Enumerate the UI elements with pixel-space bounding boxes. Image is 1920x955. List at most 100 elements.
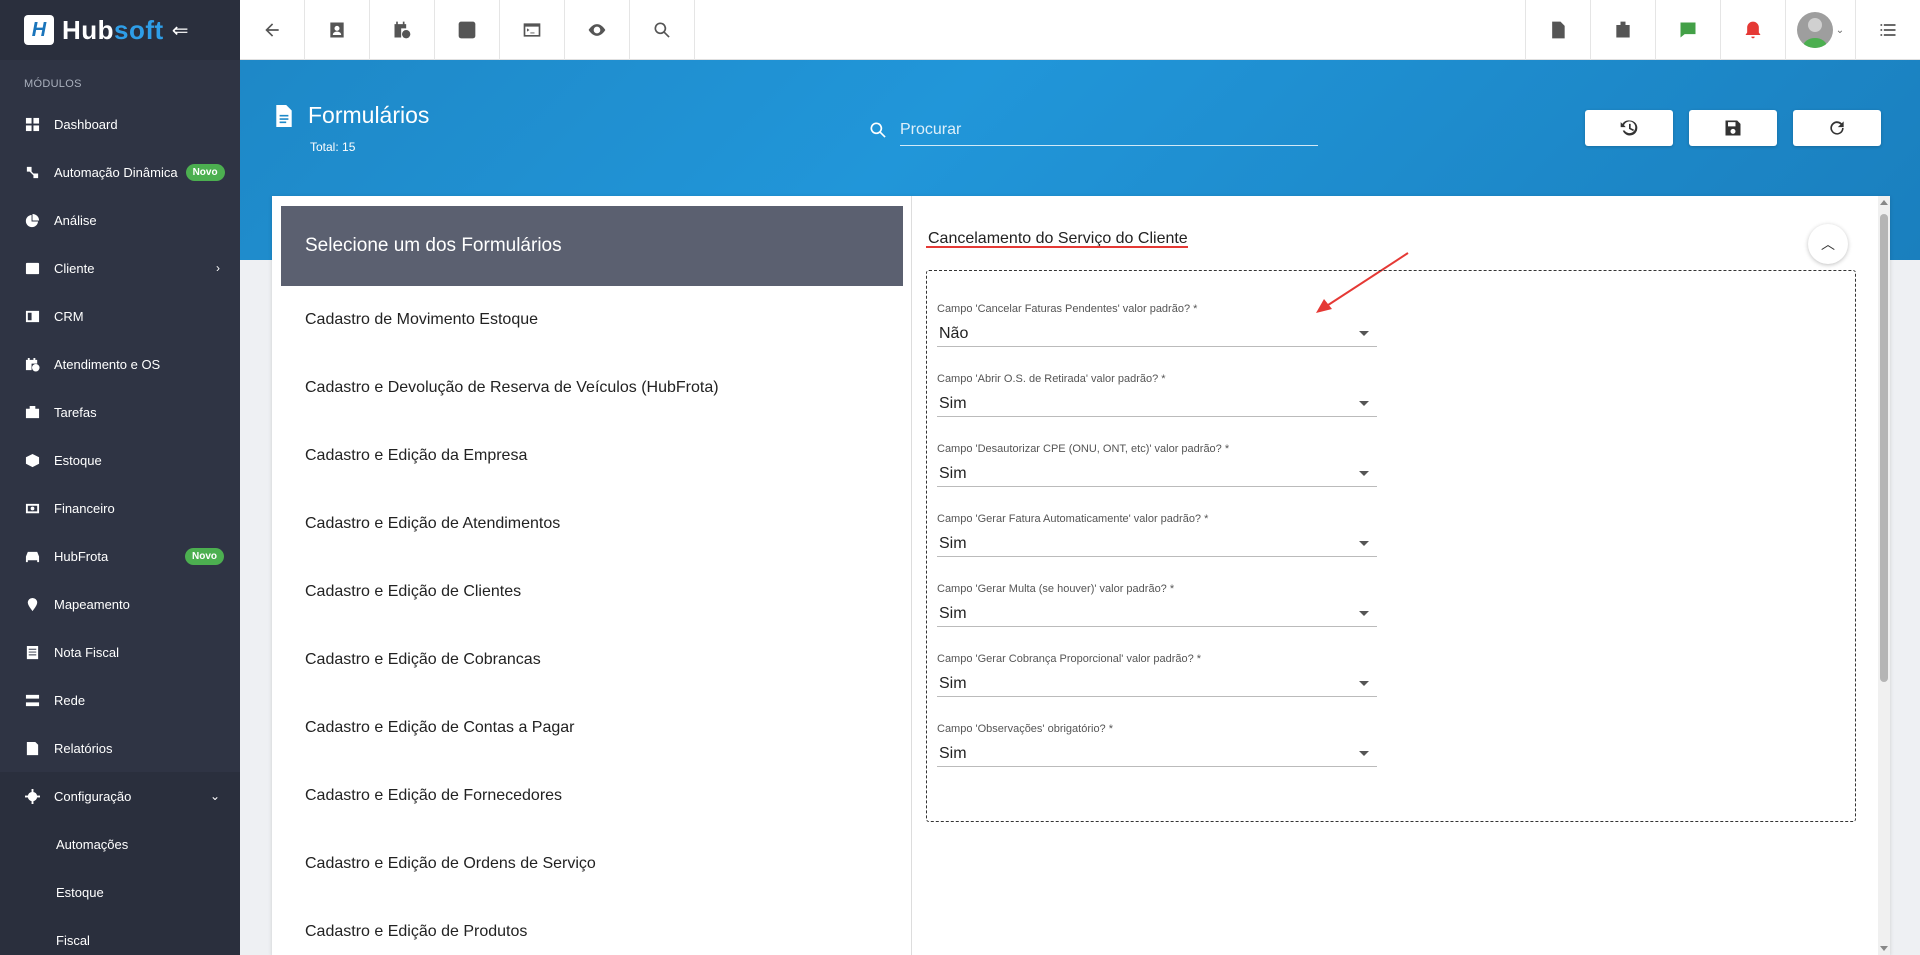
arrow-left-icon <box>265 23 279 37</box>
dropdown-caret-icon <box>1359 401 1369 406</box>
new-badge: Novo <box>185 547 224 565</box>
menu-list-button[interactable] <box>1855 0 1920 60</box>
pdf-button[interactable] <box>1525 0 1590 60</box>
save-button[interactable] <box>1689 110 1777 146</box>
select-value: Não <box>939 324 969 342</box>
chevron-up-icon: ︿ <box>1821 236 1835 252</box>
invoice-icon <box>24 644 40 660</box>
search-input[interactable] <box>900 114 1318 146</box>
modules-label: MÓDULOS <box>24 78 82 90</box>
scroll-down-icon[interactable] <box>1880 946 1888 951</box>
list-item[interactable]: Cadastro e Edição da Empresa <box>281 422 903 490</box>
scrollbar[interactable] <box>1878 196 1890 955</box>
brand: H Hubsoft ⇐ <box>0 0 240 60</box>
field-label: Campo 'Desautorizar CPE (ONU, ONT, etc)'… <box>937 443 1230 455</box>
tasks-check-button[interactable] <box>1655 0 1720 60</box>
sidebar-item-relatorios[interactable]: Relatórios <box>0 724 240 772</box>
field-label: Campo 'Abrir O.S. de Retirada' valor pad… <box>937 373 1166 385</box>
select-value: Sim <box>939 464 967 482</box>
list-item[interactable]: Cadastro e Edição de Atendimentos <box>281 490 903 558</box>
sidebar-item-label: Nota Fiscal <box>54 644 120 660</box>
calendar-clock-icon <box>24 356 40 372</box>
list-item[interactable]: Cadastro e Edição de Contas a Pagar <box>281 694 903 762</box>
document-icon <box>276 104 292 127</box>
select-desautorizar-cpe[interactable]: Sim <box>937 461 1377 487</box>
dropdown-caret-icon <box>1359 541 1369 546</box>
forms-list-header: Selecione um dos Formulários <box>281 206 903 286</box>
list-item[interactable]: Cadastro e Edição de Clientes <box>281 558 903 626</box>
sidebar-subitem-estoque[interactable]: Estoque <box>0 868 240 916</box>
sidebar-item-hubfrota[interactable]: HubFrota Novo <box>0 532 240 580</box>
sidebar-item-tarefas[interactable]: Tarefas <box>0 388 240 436</box>
sidebar-item-label: Estoque <box>54 452 102 468</box>
select-value: Sim <box>939 534 967 552</box>
list-item[interactable]: Cadastro e Edição de Produtos <box>281 898 903 955</box>
history-button[interactable] <box>1585 110 1673 146</box>
scrollbar-thumb[interactable] <box>1880 214 1888 682</box>
sidebar-item-financeiro[interactable]: Financeiro <box>0 484 240 532</box>
user-menu-button[interactable]: ⌄ <box>1785 0 1855 60</box>
money-icon <box>24 500 40 516</box>
sidebar-item-label: HubFrota <box>54 548 109 564</box>
finance-button[interactable] <box>435 0 500 60</box>
dashboard-icon <box>24 116 40 132</box>
select-gerar-multa[interactable]: Sim <box>937 601 1377 627</box>
list-item[interactable]: Cadastro e Edição de Fornecedores <box>281 762 903 830</box>
list-item[interactable]: Cadastro e Edição de Ordens de Serviço <box>281 830 903 898</box>
refresh-button[interactable] <box>1793 110 1881 146</box>
brand-name-part1: Hub <box>62 14 115 45</box>
sidebar-item-atendimento-os[interactable]: Atendimento e OS <box>0 340 240 388</box>
sidebar-item-cliente[interactable]: Cliente › <box>0 244 240 292</box>
sidebar-item-nota-fiscal[interactable]: Nota Fiscal <box>0 628 240 676</box>
sidebar-item-crm[interactable]: CRM <box>0 292 240 340</box>
alerts-button[interactable] <box>1720 0 1785 60</box>
search-button[interactable] <box>630 0 695 60</box>
fields-container: Campo 'Cancelar Faturas Pendentes' valor… <box>926 270 1856 822</box>
list-item[interactable]: Cadastro de Movimento Estoque <box>281 286 903 354</box>
scroll-up-icon[interactable] <box>1880 200 1888 205</box>
chevron-down-icon: ⌄ <box>209 789 220 803</box>
network-icon <box>24 692 40 708</box>
terminal-icon <box>523 23 541 37</box>
sidebar-item-label: Análise <box>54 212 97 228</box>
client-card-icon <box>24 260 40 276</box>
select-value: Sim <box>939 394 967 412</box>
sidebar-item-label: Automação Dinâmica <box>54 164 178 180</box>
select-abrir-os-retirada[interactable]: Sim <box>937 391 1377 417</box>
sidebar-subitem-fiscal[interactable]: Fiscal <box>0 916 240 955</box>
page-title-wrap: Formulários <box>274 102 429 129</box>
select-gerar-cobranca[interactable]: Sim <box>937 671 1377 697</box>
field-cancelar-faturas: Campo 'Cancelar Faturas Pendentes' valor… <box>937 303 1377 347</box>
field-abrir-os-retirada: Campo 'Abrir O.S. de Retirada' valor pad… <box>937 373 1377 417</box>
crm-icon <box>24 308 40 324</box>
field-gerar-fatura: Campo 'Gerar Fatura Automaticamente' val… <box>937 513 1377 557</box>
sidebar-item-analise[interactable]: Análise <box>0 196 240 244</box>
dropdown-caret-icon <box>1359 681 1369 686</box>
collapse-sidebar-icon[interactable]: ⇐ <box>172 18 189 43</box>
list-item[interactable]: Cadastro e Edição de Cobrancas <box>281 626 903 694</box>
building-button[interactable] <box>1590 0 1655 60</box>
contact-button[interactable] <box>305 0 370 60</box>
new-badge: Novo <box>185 163 225 181</box>
select-observacoes[interactable]: Sim <box>937 741 1377 767</box>
sidebar-item-automacao-dinamica[interactable]: Automação Dinâmica Novo <box>0 148 240 196</box>
sidebar-subitem-automacoes[interactable]: Automações <box>0 820 240 868</box>
schedule-button[interactable] <box>370 0 435 60</box>
sidebar-item-rede[interactable]: Rede <box>0 676 240 724</box>
select-gerar-fatura[interactable]: Sim <box>937 531 1377 557</box>
field-label: Campo 'Gerar Cobrança Proporcional' valo… <box>937 653 1202 665</box>
select-cancelar-faturas[interactable]: Não <box>937 321 1377 347</box>
sidebar-item-estoque[interactable]: Estoque <box>0 436 240 484</box>
sidebar-item-configuracao[interactable]: Configuração ⌄ <box>0 772 240 820</box>
list-item[interactable]: Cadastro e Devolução de Reserva de Veícu… <box>281 354 903 422</box>
terminal-button[interactable] <box>500 0 565 60</box>
back-button[interactable] <box>240 0 305 60</box>
select-value: Sim <box>939 604 967 622</box>
sidebar-item-mapeamento[interactable]: Mapeamento <box>0 580 240 628</box>
report-icon <box>24 740 40 756</box>
view-button[interactable] <box>565 0 630 60</box>
refresh-icon <box>1830 121 1844 135</box>
collapse-section-button[interactable]: ︿ <box>1808 224 1848 264</box>
annotation-underline <box>926 246 1188 248</box>
sidebar-item-dashboard[interactable]: Dashboard <box>0 100 240 148</box>
